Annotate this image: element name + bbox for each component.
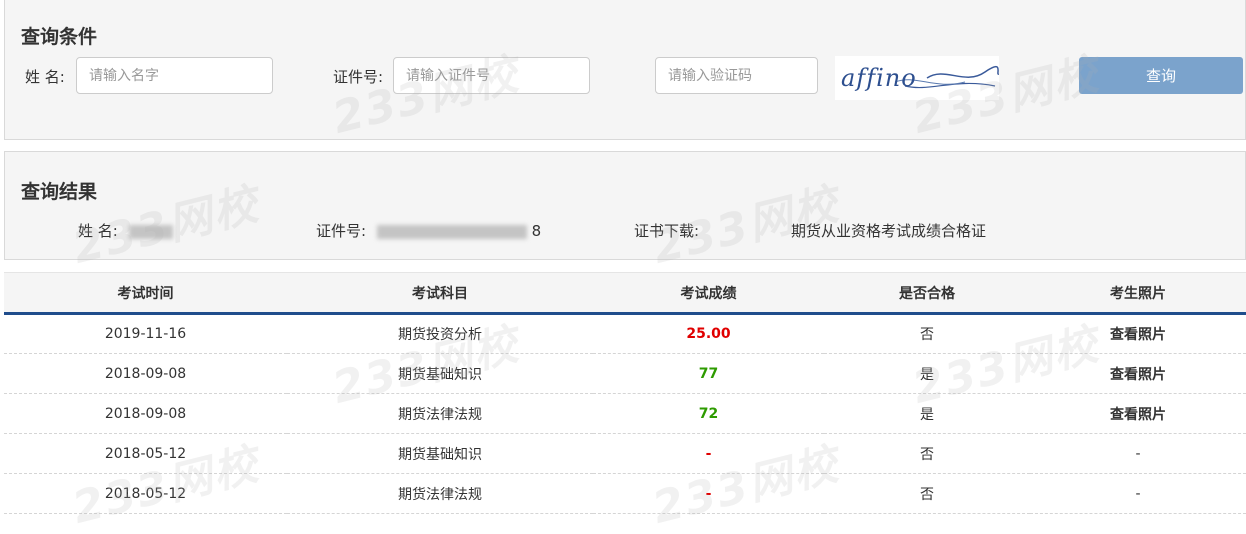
view-photo-link[interactable]: 查看照片 [1030, 353, 1246, 394]
table-row: 2018-05-12 期货法律法规 - 否 - [4, 473, 1246, 514]
passed-status: 是 [824, 393, 1030, 434]
exam-score: 25.00 [593, 313, 824, 354]
header-exam-subject: 考试科目 [287, 272, 593, 315]
header-passed: 是否合格 [824, 272, 1030, 315]
exam-score: 72 [593, 393, 824, 434]
exam-subject: 期货投资分析 [287, 313, 593, 354]
query-panel: 查询条件 姓 名: 证件号: affino 查询 [4, 0, 1246, 140]
redacted-name [128, 224, 173, 239]
header-exam-score: 考试成绩 [593, 272, 824, 315]
result-name: 姓 名: [78, 220, 173, 241]
table-row: 2018-05-12 期货基础知识 - 否 - [4, 433, 1246, 474]
redacted-id [376, 224, 527, 239]
exam-score: - [593, 433, 824, 474]
exam-date: 2018-05-12 [4, 473, 287, 514]
id-input[interactable] [393, 57, 590, 94]
table-row: 2019-11-16 期货投资分析 25.00 否 查看照片 [4, 313, 1246, 354]
passed-status: 否 [824, 313, 1030, 354]
query-title: 查询条件 [21, 26, 98, 48]
cert-download-link[interactable]: 期货从业资格考试成绩合格证 [791, 220, 986, 241]
view-photo-link[interactable]: 查看照片 [1030, 393, 1246, 434]
cert-label: 证书下载: [634, 222, 700, 240]
exam-score: 77 [593, 353, 824, 394]
captcha-text: affino [841, 64, 917, 92]
table-row: 2018-09-08 期货法律法规 72 是 查看照片 [4, 393, 1246, 434]
photo-placeholder: - [1030, 433, 1246, 474]
result-name-label: 姓 名: [78, 222, 118, 240]
captcha-image[interactable]: affino [835, 56, 1000, 100]
table-header-row: 考试时间 考试科目 考试成绩 是否合格 考生照片 [4, 272, 1246, 315]
captcha-input[interactable] [655, 57, 818, 94]
exam-subject: 期货基础知识 [287, 433, 593, 474]
result-id: 证件号: 8 [316, 220, 541, 241]
cert-value[interactable]: 期货从业资格考试成绩合格证 [791, 222, 986, 240]
results-table: 考试时间 考试科目 考试成绩 是否合格 考生照片 2019-11-16 期货投资… [4, 272, 1246, 514]
query-button[interactable]: 查询 [1079, 57, 1243, 94]
passed-status: 是 [824, 353, 1030, 394]
passed-status: 否 [824, 433, 1030, 474]
passed-status: 否 [824, 473, 1030, 514]
exam-date: 2019-11-16 [4, 313, 287, 354]
result-id-tail: 8 [531, 222, 542, 240]
exam-subject: 期货法律法规 [287, 393, 593, 434]
header-exam-date: 考试时间 [4, 272, 287, 315]
result-panel: 查询结果 姓 名: 证件号: 8 证书下载: 期货从业资格考试成绩合格证 [4, 151, 1246, 260]
exam-date: 2018-05-12 [4, 433, 287, 474]
exam-subject: 期货基础知识 [287, 353, 593, 394]
result-id-label: 证件号: [316, 222, 367, 240]
exam-score: - [593, 473, 824, 514]
photo-placeholder: - [1030, 473, 1246, 514]
exam-date: 2018-09-08 [4, 393, 287, 434]
table-row: 2018-09-08 期货基础知识 77 是 查看照片 [4, 353, 1246, 394]
name-input[interactable] [76, 57, 273, 94]
captcha-graphic: affino [841, 64, 1000, 92]
result-cert: 证书下载: [634, 220, 699, 241]
exam-date: 2018-09-08 [4, 353, 287, 394]
header-photo: 考生照片 [1030, 272, 1246, 315]
exam-subject: 期货法律法规 [287, 473, 593, 514]
name-label: 姓 名: [25, 68, 65, 86]
result-title: 查询结果 [21, 181, 98, 203]
view-photo-link[interactable]: 查看照片 [1030, 313, 1246, 354]
id-label: 证件号: [333, 68, 384, 86]
